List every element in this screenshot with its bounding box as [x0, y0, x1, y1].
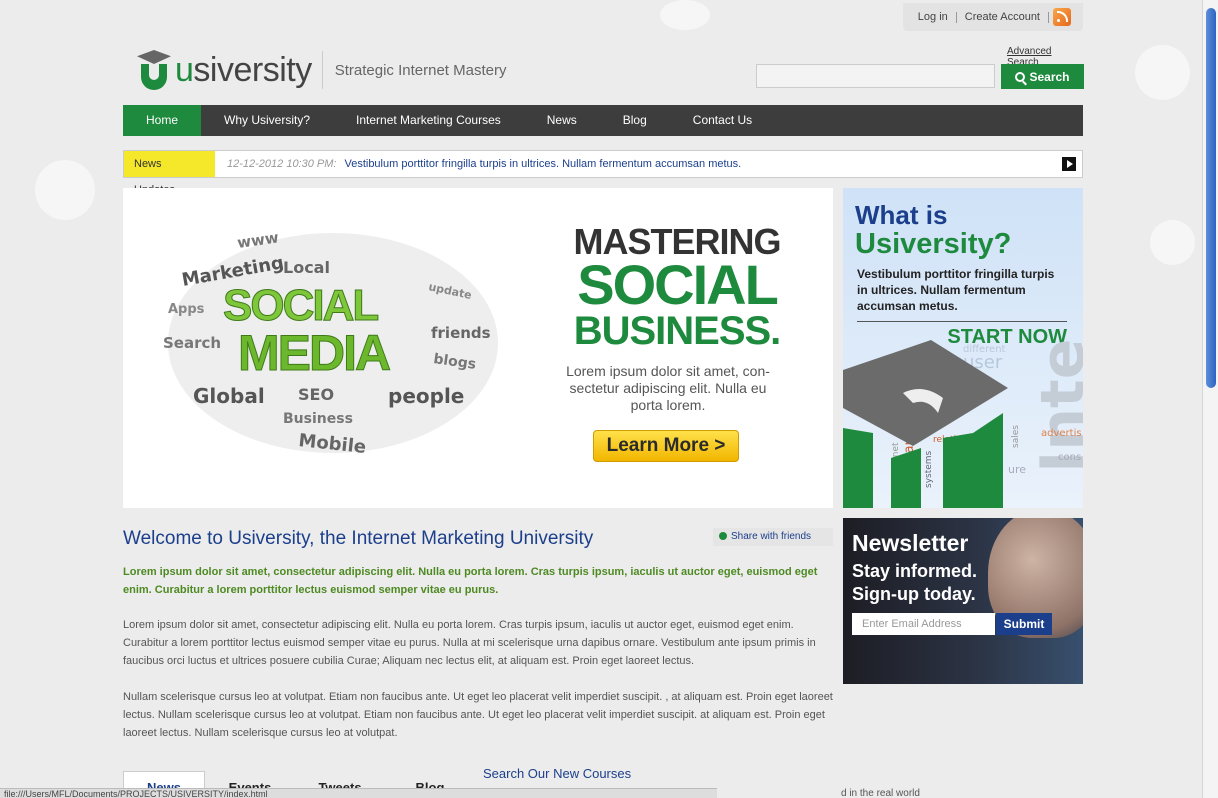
cloud-word: Search — [163, 334, 221, 352]
cloud-word: friends — [431, 324, 491, 342]
welcome-heading: Welcome to Usiversity, the Internet Mark… — [123, 528, 594, 549]
graduation-cap-illustration: user different Inte advertis cons ure re… — [843, 339, 1083, 508]
search-icon — [1015, 71, 1026, 82]
newsletter-title: Newsletter — [852, 530, 969, 556]
cloud-word-media: MEDIA — [238, 325, 390, 381]
divider — [857, 321, 1067, 322]
nav-item-news[interactable]: News — [524, 105, 600, 136]
rss-icon[interactable] — [1053, 8, 1071, 26]
learn-more-button[interactable]: Learn More > — [593, 430, 739, 462]
svg-text:different: different — [963, 344, 1006, 355]
search-input[interactable] — [756, 64, 995, 88]
news-date: 12-12-2012 10:30 PM: — [227, 158, 337, 170]
svg-text:advertis: advertis — [1041, 428, 1082, 439]
share-icon — [719, 532, 727, 541]
svg-text:ure: ure — [1008, 463, 1026, 476]
hero-banner: www Marketing Local Apps Search update S… — [123, 188, 833, 508]
create-account-link[interactable]: Create Account — [957, 11, 1049, 23]
social-media-word-cloud: www Marketing Local Apps Search update S… — [163, 228, 498, 458]
bokeh-decoration — [1150, 220, 1195, 265]
usiversity-title: Usiversity? — [855, 228, 1012, 260]
cut-off-text: d in the real world — [841, 788, 920, 798]
login-link[interactable]: Log in — [910, 11, 957, 23]
share-with-friends-button[interactable]: Share with friends — [713, 528, 833, 546]
main-nav: Home Why Usiversity? Internet Marketing … — [123, 105, 1083, 136]
svg-text:cons: cons — [1058, 452, 1081, 463]
cloud-word: Business — [283, 411, 353, 427]
browser-status-bar: file:///Users/MFL/Documents/PROJECTS/USI… — [0, 788, 717, 798]
site-logo[interactable]: usiversity Strategic Internet Mastery — [137, 48, 506, 92]
play-icon[interactable] — [1062, 157, 1076, 171]
what-is-usiversity-box[interactable]: What is Usiversity? Vestibulum porttitor… — [843, 188, 1083, 508]
hero-description: Lorem ipsum dolor sit amet, con-sectetur… — [566, 363, 770, 413]
nav-item-home[interactable]: Home — [123, 105, 201, 136]
cloud-word-social: SOCIAL — [223, 281, 378, 330]
logo-text: usiversity — [175, 50, 312, 89]
article-lead: Lorem ipsum dolor sit amet, consectetur … — [123, 566, 818, 596]
nav-item-contact[interactable]: Contact Us — [670, 105, 775, 136]
article-paragraph: Lorem ipsum dolor sit amet, consectetur … — [123, 619, 816, 667]
scrollbar-thumb[interactable] — [1206, 8, 1216, 388]
bokeh-decoration — [35, 160, 95, 220]
what-is-description: Vestibulum porttitor fringilla turpis in… — [857, 267, 1055, 313]
newsletter-email-input[interactable]: Enter Email Address — [852, 613, 995, 635]
bokeh-decoration — [1135, 45, 1190, 100]
site-tagline: Strategic Internet Mastery — [334, 61, 507, 79]
what-is-title: What is — [855, 200, 948, 230]
nav-item-blog[interactable]: Blog — [600, 105, 670, 136]
search-button[interactable]: Search — [1001, 64, 1084, 89]
cloud-word: Global — [193, 384, 265, 408]
news-headline-link[interactable]: Vestibulum porttitor fringilla turpis in… — [344, 158, 741, 170]
svg-text:sales: sales — [1011, 425, 1021, 448]
cloud-word: Local — [283, 258, 330, 277]
page-container: Log in Create Account usiversity Strateg… — [123, 0, 1084, 798]
search-courses-heading: Search Our New Courses — [483, 766, 632, 781]
article-paragraph: Nullam scelerisque cursus leo at volutpa… — [123, 691, 833, 739]
logo-mark-icon — [137, 48, 171, 92]
newsletter-submit-button[interactable]: Submit — [996, 613, 1052, 635]
cloud-word: SEO — [298, 385, 334, 404]
svg-text:systems: systems — [924, 450, 934, 488]
cloud-word: people — [388, 384, 464, 408]
nav-item-courses[interactable]: Internet Marketing Courses — [333, 105, 524, 136]
news-updates-label: News Updates — [124, 151, 215, 196]
newsletter-box: Newsletter Stay informed. Sign-up today.… — [843, 518, 1083, 684]
vertical-scrollbar[interactable] — [1202, 0, 1218, 798]
newsletter-subtitle: Stay informed. Sign-up today. — [852, 561, 978, 604]
news-ticker: News Updates 12-12-2012 10:30 PM: Vestib… — [123, 150, 1083, 196]
logo-divider — [321, 51, 323, 89]
hero-title: MASTERING SOCIAL BUSINESS. — [573, 221, 782, 353]
account-bar: Log in Create Account — [903, 3, 1083, 31]
cloud-word: Apps — [168, 302, 205, 317]
nav-item-why[interactable]: Why Usiversity? — [201, 105, 333, 136]
